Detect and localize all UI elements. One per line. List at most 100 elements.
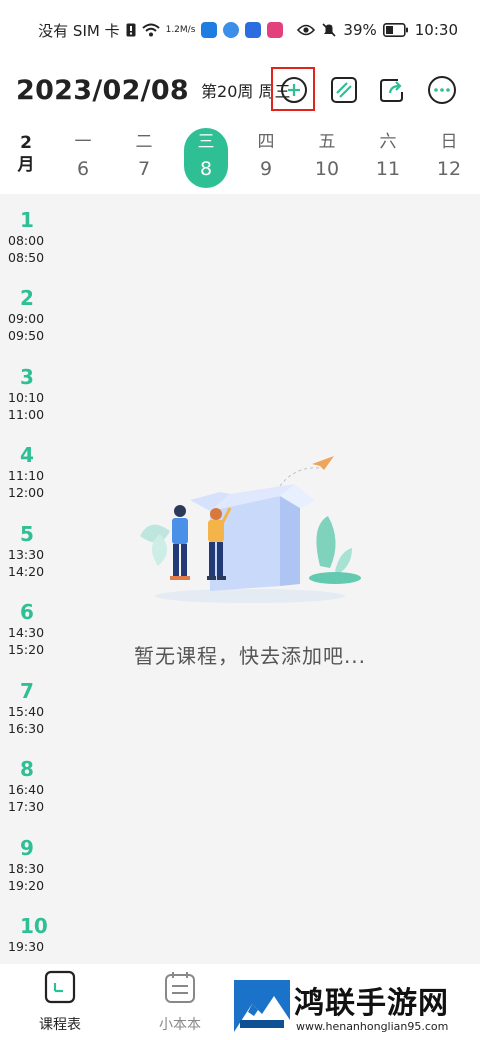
notebook-icon	[165, 972, 195, 1003]
day-name: 六	[379, 132, 397, 152]
day-name: 日	[440, 132, 458, 152]
status-bar: 没有 SIM 卡 1.2 M/s 39% 10:30	[0, 0, 480, 60]
month-suffix: 月	[17, 155, 35, 175]
period-slot[interactable]: 9 18:30 19:20	[0, 836, 48, 894]
more-dots-icon	[428, 76, 456, 104]
schedule-grid[interactable]: 1 08:00 08:50 2 09:00 09:50 3 10:10 11:0…	[0, 194, 480, 964]
day-name: 五	[318, 132, 336, 152]
period-number: 2	[20, 286, 34, 310]
share-icon	[380, 79, 403, 102]
period-slot[interactable]: 1 08:00 08:50	[0, 208, 48, 266]
day-column-tue[interactable]: 二 7	[122, 128, 166, 188]
period-start: 09:00	[8, 311, 45, 326]
period-slot[interactable]: 3 10:10 11:00	[0, 365, 48, 423]
plus-circle-icon	[281, 77, 307, 103]
period-number: 1	[20, 208, 34, 232]
app-notification-icon	[245, 22, 262, 38]
day-number: 9	[259, 158, 273, 180]
header-bar: 2023/02/08 第20周 周三	[0, 60, 480, 120]
day-name: 一	[74, 132, 92, 152]
app-notification-icon	[267, 22, 284, 38]
app-notification-icon	[201, 22, 218, 38]
period-start: 15:40	[8, 704, 45, 719]
eye-icon	[297, 24, 316, 36]
nav-schedule-label: 课程表	[39, 1017, 81, 1033]
period-start: 08:00	[8, 233, 45, 248]
day-column-sun[interactable]: 日 12	[427, 128, 471, 188]
more-button[interactable]	[426, 74, 458, 106]
week-day-row: 2 月 一 6 二 7 三 8 四 9 五 10 六 11 日 12	[0, 122, 480, 194]
period-end: 17:30	[8, 799, 45, 814]
day-number: 11	[375, 158, 401, 180]
period-number: 5	[20, 522, 34, 546]
day-name: 三	[197, 132, 215, 152]
period-number: 8	[20, 757, 34, 781]
period-start: 19:30	[8, 939, 45, 954]
period-number: 7	[20, 679, 34, 703]
stripes-square-icon	[331, 77, 357, 103]
schedule-icon	[44, 970, 76, 1004]
period-slot[interactable]: 10 19:30	[0, 914, 48, 955]
empty-state-illustration	[140, 456, 361, 603]
watermark-url: www.henanhonglian95.com	[296, 1020, 449, 1033]
day-column-sat[interactable]: 六 11	[366, 128, 410, 188]
period-start: 11:10	[8, 468, 45, 483]
wifi-icon	[141, 23, 160, 37]
current-date[interactable]: 2023/02/08	[16, 75, 189, 106]
period-slot[interactable]: 7 15:40 16:30	[0, 679, 48, 737]
clock-time: 10:30	[414, 21, 458, 39]
empty-state-message: 暂无课程，快去添加吧...	[133, 644, 367, 668]
period-start: 14:30	[8, 625, 45, 640]
period-end: 16:30	[8, 721, 45, 736]
skin-theme-button[interactable]	[328, 74, 360, 106]
network-speed: 1.2 M/s	[165, 24, 196, 35]
period-start: 13:30	[8, 547, 45, 562]
day-number: 10	[314, 158, 340, 180]
app-notification-icon	[223, 22, 240, 38]
month-label: 2 月	[8, 132, 44, 176]
battery-icon	[382, 23, 409, 37]
period-number: 3	[20, 365, 34, 389]
period-number: 10	[20, 914, 48, 938]
period-slot[interactable]: 2 09:00 09:50	[0, 286, 48, 344]
period-timeline: 1 08:00 08:50 2 09:00 09:50 3 10:10 11:0…	[0, 194, 48, 964]
speed-value: 1.2	[165, 24, 180, 35]
day-name: 四	[257, 132, 275, 152]
speed-unit: M/s	[179, 24, 196, 35]
day-column-thu[interactable]: 四 9	[244, 128, 288, 188]
period-end: 08:50	[8, 250, 45, 265]
mute-bell-icon	[321, 22, 337, 38]
period-number: 9	[20, 836, 34, 860]
nav-notebook[interactable]: 小本本	[140, 970, 220, 1034]
day-column-wed-selected[interactable]: 三 8	[184, 128, 228, 188]
period-start: 10:10	[8, 390, 45, 405]
battery-percent: 39%	[343, 21, 377, 39]
site-watermark: 鸿联手游网 www.henanhonglian95.com	[232, 978, 474, 1036]
watermark-title: 鸿联手游网	[294, 986, 449, 1021]
day-number: 6	[76, 158, 90, 180]
period-number: 6	[20, 600, 34, 624]
day-number: 12	[436, 158, 462, 180]
period-end: 11:00	[8, 407, 45, 422]
carrier-text: 没有 SIM 卡	[38, 21, 120, 40]
share-button[interactable]	[376, 74, 408, 106]
day-name: 二	[135, 132, 153, 152]
period-slot[interactable]: 8 16:40 17:30	[0, 757, 48, 815]
period-end: 19:20	[8, 878, 45, 893]
period-slot[interactable]: 4 11:10 12:00	[0, 443, 48, 501]
sim-alert-icon	[126, 23, 136, 37]
period-slot[interactable]: 5 13:30 14:20	[0, 522, 48, 580]
period-start: 16:40	[8, 782, 45, 797]
period-end: 14:20	[8, 564, 45, 579]
nav-schedule[interactable]: 课程表	[20, 970, 100, 1034]
day-column-fri[interactable]: 五 10	[305, 128, 349, 188]
day-number: 8	[199, 158, 213, 180]
day-column-mon[interactable]: 一 6	[61, 128, 105, 188]
period-start: 18:30	[8, 861, 45, 876]
app-screen: 没有 SIM 卡 1.2 M/s 39% 10:30 2023/02/08 第2…	[0, 0, 480, 1040]
month-number: 2	[20, 133, 32, 153]
add-course-button[interactable]	[278, 74, 310, 106]
period-end: 09:50	[8, 328, 45, 343]
period-end: 12:00	[8, 485, 45, 500]
day-number: 7	[137, 158, 151, 180]
